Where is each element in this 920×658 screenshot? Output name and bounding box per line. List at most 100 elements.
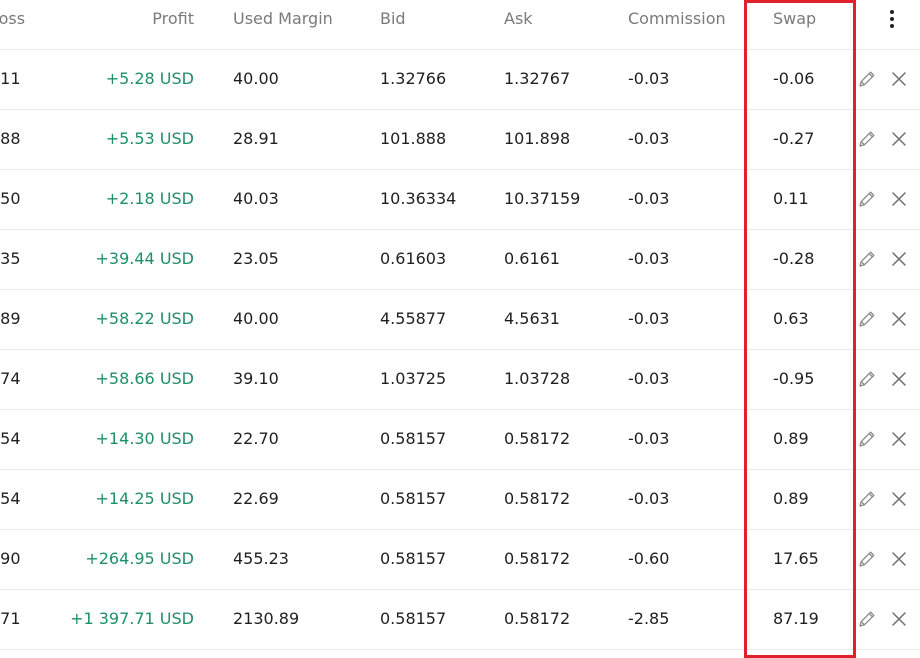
cell-bid: 0.58157 — [380, 609, 447, 628]
cell-profit: +2.18 USD — [105, 189, 194, 208]
cell-loss: 954 — [0, 429, 21, 448]
cell-used-margin: 28.91 — [233, 129, 279, 148]
cell-ask: 101.898 — [504, 129, 571, 148]
cell-loss: 274 — [0, 369, 21, 388]
cell-commission: -0.03 — [628, 369, 670, 388]
cell-profit: +5.28 USD — [105, 69, 194, 88]
table-row[interactable]: 954 +14.30 USD 22.70 0.58157 0.58172 -0.03 0.8… — [0, 409, 920, 470]
cell-bid: 0.58157 — [380, 489, 447, 508]
table-row[interactable]: 971 +1 397.71 USD 2130.89 0.58157 0.58172 -2.… — [0, 589, 920, 650]
cell-profit: +5.53 USD — [105, 129, 194, 148]
table-row[interactable]: 954 +14.25 USD 22.69 0.58157 0.58172 -0.03 0.8… — [0, 469, 920, 530]
cell-commission: -0.03 — [628, 249, 670, 268]
close-icon[interactable] — [889, 189, 909, 209]
cell-profit: +58.66 USD — [95, 369, 194, 388]
table-row[interactable]: 550 +2.18 USD 40.03 10.36334 10.37159 -0.03 0.… — [0, 169, 920, 230]
pencil-icon[interactable] — [857, 189, 877, 209]
cell-swap: -0.95 — [773, 369, 815, 388]
close-icon[interactable] — [889, 69, 909, 89]
close-icon[interactable] — [889, 249, 909, 269]
header-swap[interactable]: Swap — [773, 0, 843, 49]
cell-bid: 4.55877 — [380, 309, 447, 328]
cell-commission: -0.03 — [628, 309, 670, 328]
cell-used-margin: 455.23 — [233, 549, 289, 568]
cell-ask: 10.37159 — [504, 189, 581, 208]
cell-ask: 1.03728 — [504, 369, 571, 388]
cell-swap: 0.63 — [773, 309, 809, 328]
cell-used-margin: 39.10 — [233, 369, 279, 388]
cell-ask: 0.58172 — [504, 609, 571, 628]
cell-swap: -0.06 — [773, 69, 815, 88]
pencil-icon[interactable] — [857, 129, 877, 149]
pencil-icon[interactable] — [857, 309, 877, 329]
cell-profit: +58.22 USD — [95, 309, 194, 328]
pencil-icon[interactable] — [857, 549, 877, 569]
table-row[interactable]: 274 +58.66 USD 39.10 1.03725 1.03728 -0.03 -0.… — [0, 349, 920, 410]
cell-swap: 0.11 — [773, 189, 809, 208]
table-row[interactable]: 089 +58.22 USD 40.00 4.55877 4.5631 -0.03 0.63 — [0, 289, 920, 350]
header-loss[interactable]: Loss — [0, 0, 50, 49]
cell-ask: 1.32767 — [504, 69, 571, 88]
cell-used-margin: 23.05 — [233, 249, 279, 268]
header-bid[interactable]: Bid — [380, 0, 500, 49]
close-icon[interactable] — [889, 369, 909, 389]
pencil-icon[interactable] — [857, 429, 877, 449]
cell-swap: 87.19 — [773, 609, 819, 628]
cell-commission: -2.85 — [628, 609, 670, 628]
cell-commission: -0.03 — [628, 489, 670, 508]
cell-loss: 935 — [0, 249, 21, 268]
cell-bid: 101.888 — [380, 129, 447, 148]
pencil-icon[interactable] — [857, 609, 877, 629]
header-used-margin[interactable]: Used Margin — [233, 0, 353, 49]
table-row[interactable]: 811 +5.28 USD 40.00 1.32766 1.32767 -0.03 -0.0… — [0, 49, 920, 110]
table-row[interactable]: 088 +5.53 USD 28.91 101.888 101.898 -0.03 -0.2… — [0, 109, 920, 170]
cell-swap: 0.89 — [773, 429, 809, 448]
cell-profit: +1 397.71 USD — [70, 609, 194, 628]
cell-loss: 088 — [0, 129, 21, 148]
cell-bid: 0.61603 — [380, 249, 447, 268]
table-header: Loss Profit Used Margin Bid Ask Commissi… — [0, 0, 920, 50]
cell-loss: 954 — [0, 489, 21, 508]
close-icon[interactable] — [889, 549, 909, 569]
cell-used-margin: 2130.89 — [233, 609, 300, 628]
cell-profit: +39.44 USD — [95, 249, 194, 268]
cell-swap: 17.65 — [773, 549, 819, 568]
cell-bid: 1.32766 — [380, 69, 447, 88]
table-row[interactable]: 990 +264.95 USD 455.23 0.58157 0.58172 -0.60 1… — [0, 529, 920, 590]
cell-ask: 0.58172 — [504, 549, 571, 568]
cell-loss: 550 — [0, 189, 21, 208]
pencil-icon[interactable] — [857, 249, 877, 269]
more-vertical-icon[interactable] — [882, 0, 902, 49]
cell-profit: +14.30 USD — [95, 429, 194, 448]
pencil-icon[interactable] — [857, 489, 877, 509]
cell-ask: 0.6161 — [504, 249, 560, 268]
header-ask[interactable]: Ask — [504, 0, 624, 49]
cell-swap: -0.27 — [773, 129, 815, 148]
close-icon[interactable] — [889, 129, 909, 149]
cell-commission: -0.03 — [628, 129, 670, 148]
cell-commission: -0.03 — [628, 69, 670, 88]
cell-loss: 811 — [0, 69, 21, 88]
cell-used-margin: 40.00 — [233, 309, 279, 328]
close-icon[interactable] — [889, 489, 909, 509]
cell-commission: -0.03 — [628, 429, 670, 448]
cell-loss: 990 — [0, 549, 21, 568]
header-commission[interactable]: Commission — [628, 0, 748, 49]
close-icon[interactable] — [889, 309, 909, 329]
cell-bid: 1.03725 — [380, 369, 447, 388]
cell-used-margin: 22.69 — [233, 489, 279, 508]
header-profit[interactable]: Profit — [60, 0, 194, 49]
pencil-icon[interactable] — [857, 369, 877, 389]
cell-profit: +14.25 USD — [95, 489, 194, 508]
cell-used-margin: 22.70 — [233, 429, 279, 448]
close-icon[interactable] — [889, 609, 909, 629]
cell-loss: 971 — [0, 609, 21, 628]
cell-ask: 0.58172 — [504, 429, 571, 448]
cell-used-margin: 40.03 — [233, 189, 279, 208]
cell-ask: 0.58172 — [504, 489, 571, 508]
cell-profit: +264.95 USD — [85, 549, 194, 568]
table-row[interactable]: 935 +39.44 USD 23.05 0.61603 0.6161 -0.03 -0.2… — [0, 229, 920, 290]
pencil-icon[interactable] — [857, 69, 877, 89]
cell-ask: 4.5631 — [504, 309, 560, 328]
close-icon[interactable] — [889, 429, 909, 449]
